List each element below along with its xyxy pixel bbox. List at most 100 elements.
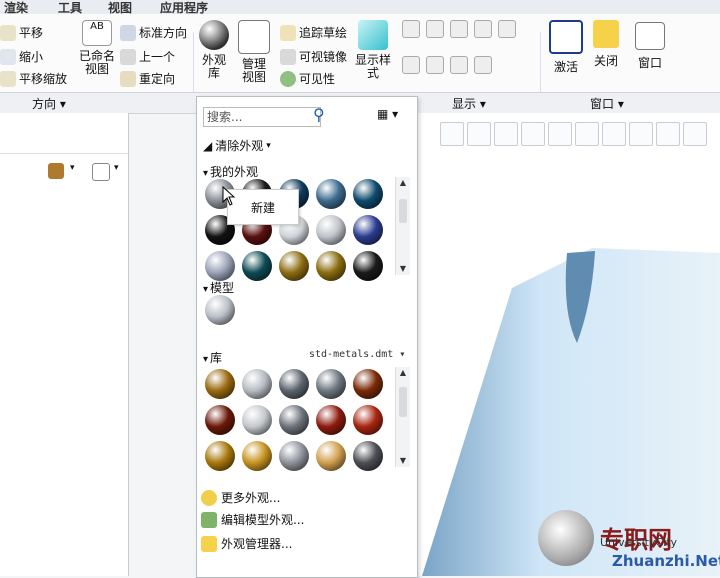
appearance-swatch[interactable]	[242, 369, 272, 399]
appearance-library-button[interactable]: 外观库	[197, 20, 231, 80]
trace-sketch-button[interactable]: 追踪草绘	[280, 24, 347, 41]
model-header[interactable]: 模型	[203, 279, 234, 296]
more-appearances-link[interactable]: 更多外观...	[201, 489, 280, 506]
appearance-swatch[interactable]	[242, 251, 272, 281]
axis-display-icon[interactable]	[426, 20, 444, 38]
orientation-group-label[interactable]: 方向 ▾	[32, 95, 66, 112]
appearance-swatch[interactable]	[353, 405, 383, 435]
appearance-swatch[interactable]	[316, 441, 346, 471]
point-display-icon[interactable]	[450, 20, 468, 38]
tree-filter-icon[interactable]	[92, 163, 110, 181]
new-appearance-tooltip[interactable]: 新建	[227, 189, 299, 225]
pan-button[interactable]: 平移	[0, 24, 43, 41]
plane-display-icon[interactable]	[402, 20, 420, 38]
zoom-out-button[interactable]: 缩小	[0, 48, 43, 65]
edit-model-appearance-link[interactable]: 编辑模型外观...	[201, 511, 304, 528]
cylinder-model[interactable]	[417, 113, 720, 576]
appearance-swatch[interactable]	[205, 441, 235, 471]
zoom-out-icon[interactable]	[494, 122, 518, 146]
manage-views-button[interactable]: 管理视图	[236, 20, 272, 84]
axis-tag-icon[interactable]	[426, 56, 444, 74]
appearance-swatch[interactable]	[279, 251, 309, 281]
annotation-icon[interactable]	[683, 122, 707, 146]
clear-appearance-button[interactable]: ◢ 清除外观 ▾	[203, 137, 271, 154]
datum-filter-icon[interactable]	[629, 122, 653, 146]
appearance-manager-link[interactable]: 外观管理器...	[201, 535, 292, 552]
watermark-logo-icon	[538, 510, 594, 566]
search-input[interactable]: 搜索...	[203, 107, 321, 127]
appearance-swatch[interactable]	[242, 441, 272, 471]
library-scrollbar[interactable]: ▲ ▼	[395, 367, 410, 467]
appearance-swatch[interactable]	[353, 251, 383, 281]
appearance-swatch[interactable]	[205, 251, 235, 281]
appearance-swatch[interactable]	[316, 369, 346, 399]
visible-mirror-button[interactable]: 可视镜像	[280, 48, 347, 65]
graphics-viewport[interactable]	[417, 113, 720, 576]
point-tag-icon[interactable]	[450, 56, 468, 74]
appearance-swatch[interactable]	[279, 441, 309, 471]
std-orient-icon	[120, 24, 136, 41]
appearance-swatch[interactable]	[316, 179, 346, 209]
annotation-display-icon[interactable]	[498, 20, 516, 38]
my-appearances-scrollbar[interactable]: ▲ ▼	[395, 177, 410, 275]
my-appearances-header[interactable]: 我的外观	[203, 163, 258, 180]
plane-tag-icon[interactable]	[402, 56, 420, 74]
view-manager-icon[interactable]	[602, 122, 626, 146]
spin-center-icon[interactable]	[656, 122, 680, 146]
window-group-label[interactable]: 窗口 ▾	[590, 95, 624, 112]
tree-settings-icon[interactable]	[48, 163, 64, 179]
csys-tag-icon[interactable]	[474, 56, 492, 74]
appearance-swatch[interactable]	[353, 215, 383, 245]
std-orientation-button[interactable]: 标准方向	[120, 24, 187, 41]
appearance-swatch[interactable]	[353, 441, 383, 471]
appearance-swatch[interactable]	[353, 369, 383, 399]
reorient-button[interactable]: 重定向	[120, 70, 175, 87]
appearance-swatch[interactable]	[242, 405, 272, 435]
display-group-label[interactable]: 显示 ▾	[452, 95, 486, 112]
previous-icon	[120, 48, 136, 65]
manage-views-icon	[238, 20, 270, 54]
window-button[interactable]: 窗口	[632, 22, 668, 71]
display-style-icon[interactable]	[548, 122, 572, 146]
ribbon: 平移 缩小 平移缩放 AB 已命名 视图 标准方向 上一个 重定向 外观库 管理…	[0, 14, 720, 104]
activate-button[interactable]: 激活	[548, 20, 584, 75]
appearance-manager-icon	[201, 535, 217, 552]
display-style-button[interactable]: 显示样式	[353, 20, 393, 80]
repaint-icon[interactable]	[521, 122, 545, 146]
more-appearances-icon	[201, 489, 217, 506]
appearance-swatch[interactable]	[279, 405, 309, 435]
appearance-swatch[interactable]	[316, 405, 346, 435]
reorient-icon	[120, 70, 136, 87]
menu-bar: 渲染 工具 视图 应用程序	[0, 0, 720, 15]
tree-filter-dropdown-icon[interactable]: ▾	[114, 163, 119, 173]
saved-view-icon: AB	[82, 20, 112, 46]
watermark-url: Zhuanzhi.Net	[612, 552, 720, 570]
appearance-swatch[interactable]	[205, 369, 235, 399]
appearance-swatch[interactable]	[316, 215, 346, 245]
search-icon[interactable]: ⚲	[313, 105, 325, 124]
visibility-button[interactable]: 可见性	[280, 70, 335, 87]
appearance-swatch[interactable]	[316, 251, 346, 281]
appearance-swatch[interactable]	[205, 295, 235, 325]
previous-view-button[interactable]: 上一个	[120, 48, 175, 65]
appearance-sphere-icon	[199, 20, 229, 50]
appearance-swatch[interactable]	[353, 179, 383, 209]
model-tree-pane: ▾ ▾	[0, 113, 129, 576]
pan-zoom-button[interactable]: 平移缩放	[0, 70, 67, 87]
pan-zoom-icon	[0, 70, 16, 87]
mouse-cursor-icon	[222, 186, 236, 206]
library-header[interactable]: 库	[203, 349, 222, 366]
csys-display-icon[interactable]	[474, 20, 492, 38]
saved-views-button[interactable]: AB 已命名 视图	[76, 20, 118, 76]
appearance-swatch[interactable]	[205, 405, 235, 435]
library-file-dropdown[interactable]: std-metals.dmt ▾	[309, 349, 405, 360]
close-window-button[interactable]: 关闭	[588, 20, 624, 69]
window-icon	[635, 22, 665, 50]
saved-orient-icon[interactable]	[575, 122, 599, 146]
edit-appearance-icon	[201, 511, 217, 528]
refit-icon[interactable]	[440, 122, 464, 146]
appearance-swatch[interactable]	[279, 369, 309, 399]
gallery-options-icon[interactable]: ▦ ▾	[377, 107, 398, 121]
zoom-in-icon[interactable]	[467, 122, 491, 146]
tree-settings-dropdown-icon[interactable]: ▾	[70, 163, 75, 173]
